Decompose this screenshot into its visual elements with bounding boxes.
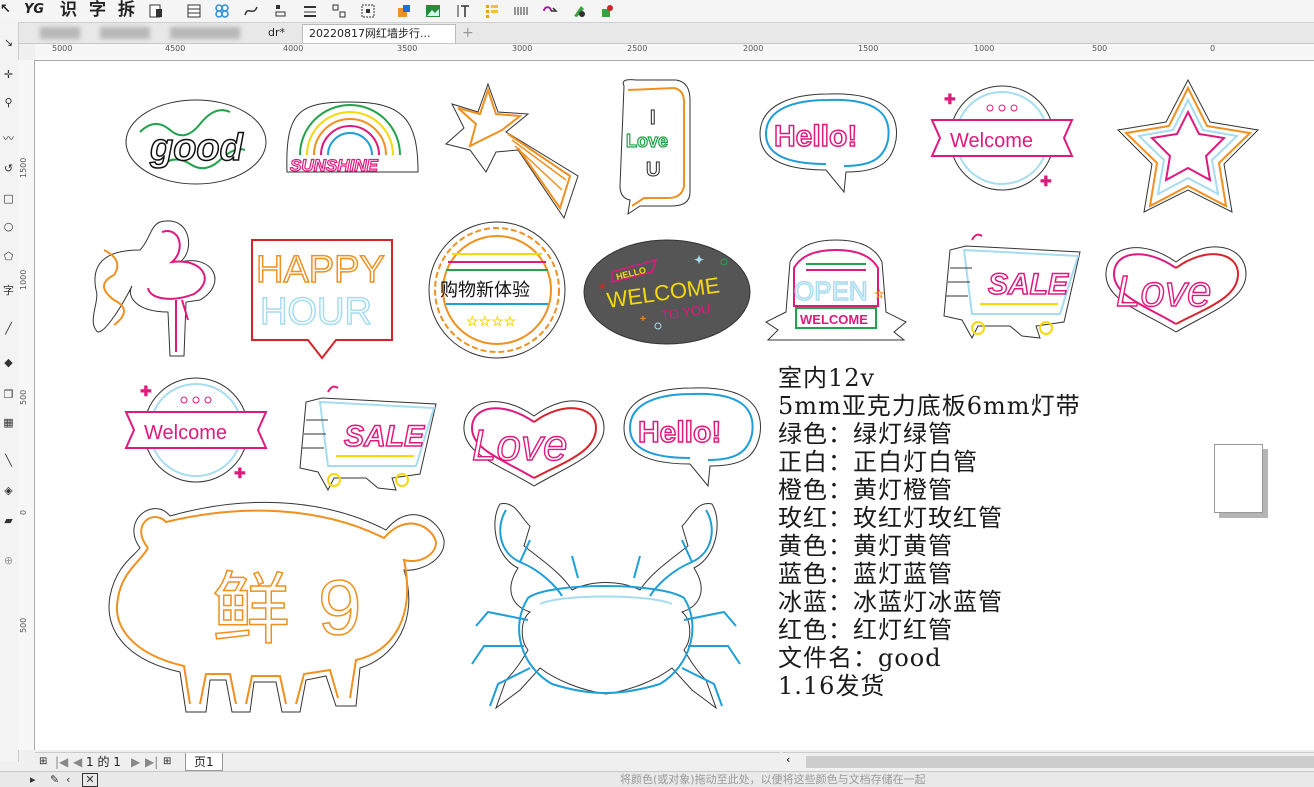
hello-text-2: Hello! [638, 416, 721, 449]
flamingo-sign [92, 220, 216, 357]
page-count: 1 的 1 [86, 755, 121, 769]
palette-hint: 将颜色(或对象)拖动至此处，以便将这些颜色与文档存储在一起 [620, 773, 926, 786]
shooting-star-sign [444, 82, 579, 220]
welcome-sign-2: Welcome ✚ ✚ [124, 377, 268, 483]
svg-text:✶: ✶ [598, 282, 606, 293]
welcome-dark-sign: HELLO WELCOME TO YOU ✶ ✦ + [583, 239, 751, 345]
svg-text:✚: ✚ [140, 383, 152, 399]
scroll-left-icon[interactable]: ‹ [786, 753, 790, 766]
no-color-swatch-icon[interactable]: ✕ [82, 773, 98, 787]
u-text: U [646, 159, 660, 181]
i-love-u-sign: I Love U [619, 79, 691, 216]
expand-arrow-icon[interactable]: ▸ [30, 772, 36, 787]
info-line: 绿色：绿灯绿管 [778, 420, 953, 448]
love-heart-sign-1: Love [1105, 246, 1247, 333]
prev-page-icon[interactable]: ◀ [73, 753, 82, 771]
hello-bubble-1: Hello! [759, 93, 897, 194]
svg-text:✚: ✚ [234, 465, 246, 481]
next-page-icon[interactable]: ▶ [131, 753, 140, 771]
sale-text-2: SALE [344, 420, 425, 453]
last-page-icon[interactable]: ▶| [145, 753, 158, 771]
love-text-1: Love [1116, 267, 1211, 316]
svg-text:✚: ✚ [1040, 173, 1052, 189]
info-line: 文件名：good [778, 644, 942, 672]
nine-text: 9 [318, 563, 361, 651]
svg-text:+: + [640, 314, 646, 325]
good-sign: good [125, 99, 267, 185]
scrollbar-thumb[interactable] [806, 756, 1314, 768]
specification-text[interactable]: 室内12v 5mm亚克力底板6mm灯带 绿色：绿灯绿管 正白：正白灯白管 橙色：… [778, 364, 1081, 700]
first-page-icon[interactable]: |◀ [55, 753, 68, 771]
open-sign: OPEN WELCOME ☆ [765, 239, 907, 341]
left-arrow-icon[interactable]: ‹ [66, 772, 70, 787]
i-text: I [650, 107, 656, 129]
sale-cart-sign-2: SALE [299, 385, 437, 492]
info-line: 橙色：黄灯橙管 [778, 476, 953, 504]
welcome-open-text: WELCOME [800, 312, 868, 327]
love-text-2: Love [472, 421, 567, 470]
info-line: 冰蓝：冰蓝灯冰蓝管 [778, 588, 1003, 616]
status-bar: ▸ ✎ ‹ ✕ 将颜色(或对象)拖动至此处，以便将这些颜色与文档存储在一起 [0, 771, 1314, 787]
info-line: 室内12v [778, 364, 876, 392]
info-line: 玫红：玫红灯玫红管 [778, 504, 1003, 532]
welcome-text: Welcome [950, 130, 1033, 152]
gouwu-text: 购物新体验 [440, 280, 530, 300]
love-heart-sign-2: Love [463, 400, 605, 487]
info-line: 5mm亚克力底板6mm灯带 [778, 392, 1081, 420]
welcome-sign-1: Welcome ✚ ✚ [930, 85, 1074, 191]
sunshine-text: SUNSHINE [290, 156, 379, 175]
good-text: good [149, 127, 244, 169]
horizontal-scrollbar[interactable]: ‹ [782, 752, 1314, 771]
info-line: 1.16发货 [778, 672, 886, 700]
svg-text:✦: ✦ [694, 253, 704, 267]
hour-text: HOUR [260, 291, 372, 333]
welcome-text-2: Welcome [144, 422, 227, 444]
happy-hour-sign: HAPPY HOUR [251, 239, 393, 360]
open-text: OPEN [794, 276, 868, 306]
shopping-badge: 购物新体验 ☆☆☆☆ [428, 221, 566, 359]
sale-text: SALE [988, 268, 1069, 301]
star-sign [1116, 78, 1260, 213]
artwork-layer: good SUNSHINE I Love U Hello! Welcome ✚ … [92, 78, 1260, 713]
page-outline[interactable] [1214, 444, 1263, 513]
eyedropper-icon[interactable]: ✎ [50, 772, 59, 787]
svg-text:☆: ☆ [874, 287, 885, 301]
info-line: 红色：红灯红管 [778, 616, 953, 644]
happy-text: HAPPY [256, 249, 385, 291]
sale-cart-sign-1: SALE [943, 233, 1081, 340]
love-text: Love [626, 131, 668, 151]
svg-text:☆☆☆☆: ☆☆☆☆ [466, 313, 517, 329]
hello-bubble-2: Hello! [623, 387, 761, 488]
add-page-end-icon[interactable]: ⊞ [163, 753, 171, 771]
hello-text: Hello! [774, 120, 857, 153]
info-line: 正白：正白灯白管 [778, 448, 978, 476]
info-line: 蓝色：蓝灯蓝管 [778, 560, 953, 588]
pig-sign: 鲜 9 [108, 501, 445, 713]
page-tab[interactable]: 页1 [185, 753, 223, 771]
svg-text:✚: ✚ [944, 91, 956, 107]
xian-text: 鲜 [212, 565, 290, 653]
sunshine-sign: SUNSHINE [286, 101, 419, 176]
page-navigator: ⊞ |◀ ◀ 1 的 1 ▶ ▶| ⊞ 页1 [35, 752, 780, 771]
crab-sign [471, 503, 741, 710]
add-page-icon[interactable]: ⊞ [39, 753, 47, 771]
info-line: 黄色：黄灯黄管 [778, 532, 953, 560]
